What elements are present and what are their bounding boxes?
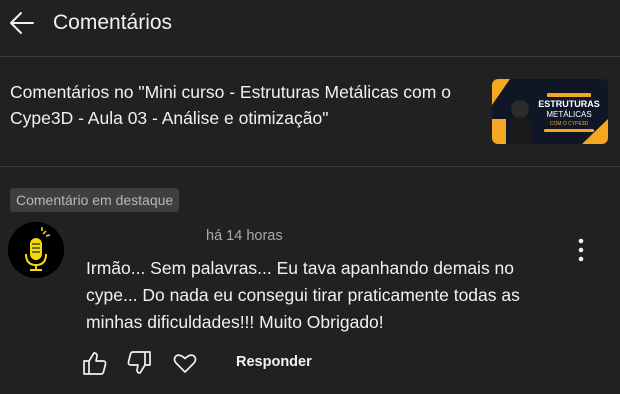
thumbnail-image: ESTRUTURAS METÁLICAS COM O CYPE3D <box>492 79 608 144</box>
thumbs-up-icon[interactable] <box>80 348 110 378</box>
section-divider <box>0 166 620 167</box>
reply-button[interactable]: Responder <box>236 354 312 370</box>
video-title: Comentários no "Mini curso - Estruturas … <box>10 82 451 128</box>
heart-icon[interactable] <box>170 348 200 378</box>
more-vertical-icon[interactable] <box>570 236 592 264</box>
pinned-badge: Comentário em destaque <box>10 188 180 212</box>
thumbnail-line1: ESTRUTURAS <box>538 99 600 109</box>
thumbnail-line2: METÁLICAS <box>546 110 591 119</box>
comment-actions: Responder <box>0 348 620 380</box>
comment-text: Irmão... Sem palavras... Eu tava apanhan… <box>86 258 520 332</box>
video-thumbnail[interactable]: ESTRUTURAS METÁLICAS COM O CYPE3D <box>492 79 608 144</box>
thumbs-down-icon[interactable] <box>124 348 154 378</box>
page-title: Comentários <box>53 11 173 34</box>
header-bar: Comentários <box>0 0 620 56</box>
avatar[interactable] <box>8 222 64 278</box>
microphone-icon <box>8 222 64 278</box>
thumbnail-line3: COM O CYPE3D <box>550 121 589 127</box>
comment-timestamp: há 14 horas <box>206 228 283 244</box>
header-divider <box>0 56 620 57</box>
arrow-left-icon[interactable] <box>8 9 36 37</box>
